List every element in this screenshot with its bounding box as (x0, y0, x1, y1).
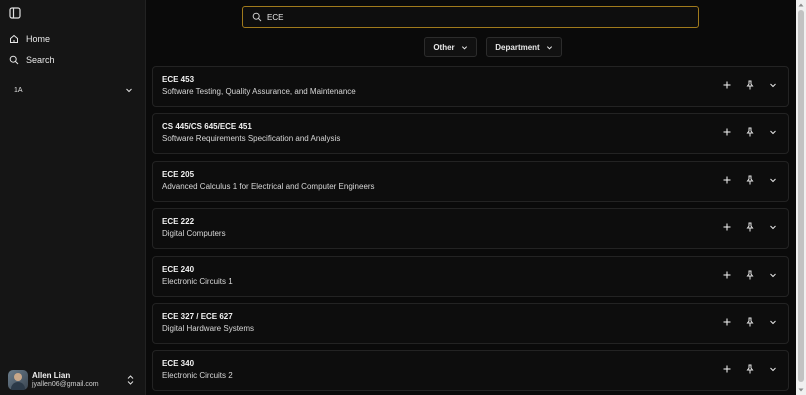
add-course-button[interactable] (722, 127, 732, 137)
course-row[interactable]: ECE 222 Digital Computers (152, 208, 789, 250)
search-icon (252, 12, 262, 22)
course-row[interactable]: ECE 453 Software Testing, Quality Assura… (152, 66, 789, 107)
term-label: 1A (14, 86, 23, 94)
course-row[interactable]: ECE 340 Electronic Circuits 2 (152, 350, 789, 392)
course-row[interactable]: ECE 327 / ECE 627 Digital Hardware Syste… (152, 303, 789, 344)
course-name: Digital Hardware Systems (162, 324, 255, 333)
course-row[interactable]: CS 445/CS 645/ECE 451 Software Requireme… (152, 113, 789, 155)
scroll-up-arrow-icon[interactable] (798, 2, 804, 8)
chevron-down-icon (770, 225, 776, 230)
sidebar-item-label: Home (26, 34, 51, 44)
add-course-button[interactable] (722, 175, 732, 185)
sidebar-item-label: Search (26, 55, 55, 65)
search-input[interactable] (267, 12, 667, 22)
chevron-down-icon (546, 45, 552, 49)
filter-other-dropdown[interactable]: Other (424, 37, 477, 57)
expand-course-button[interactable] (768, 222, 778, 232)
course-code: ECE 240 (162, 264, 195, 274)
course-code: ECE 327 / ECE 627 (162, 312, 233, 321)
pin-icon (746, 175, 754, 185)
expand-course-button[interactable] (768, 317, 778, 327)
pin-course-button[interactable] (745, 317, 755, 327)
course-code: ECE 453 (162, 75, 195, 84)
course-name: Advanced Calculus 1 for Electrical and C… (162, 181, 375, 191)
pin-icon (746, 80, 754, 90)
plus-icon (723, 176, 731, 184)
filter-department-dropdown[interactable]: Department (486, 37, 562, 57)
course-code: ECE 222 (162, 217, 195, 227)
filter-label: Other (433, 42, 455, 52)
user-email: jyallen06@gmail.com (32, 380, 99, 388)
add-course-button[interactable] (722, 270, 732, 280)
expand-course-button[interactable] (768, 175, 778, 185)
course-name: Software Testing, Quality Assurance, and… (162, 87, 356, 96)
search-bar[interactable] (242, 6, 699, 28)
course-name: Digital Computers (162, 229, 226, 239)
pin-course-button[interactable] (745, 80, 755, 90)
chevrons-up-down-icon[interactable] (126, 374, 135, 386)
search-icon (9, 55, 19, 65)
course-code: CS 445/CS 645/ECE 451 (162, 122, 252, 132)
pin-icon (746, 127, 754, 137)
plus-icon (723, 128, 731, 136)
add-course-button[interactable] (722, 364, 732, 374)
chevron-down-icon (770, 368, 776, 372)
expand-course-button[interactable] (768, 80, 778, 90)
expand-course-button[interactable] (768, 127, 778, 137)
add-course-button[interactable] (722, 80, 732, 90)
add-course-button[interactable] (722, 317, 732, 327)
chevron-down-icon (770, 320, 776, 325)
pin-course-button[interactable] (745, 175, 755, 185)
course-code: ECE 205 (162, 169, 195, 179)
sidebar-item-home[interactable]: Home (9, 32, 50, 46)
pin-icon (746, 364, 754, 374)
add-course-button[interactable] (722, 222, 732, 232)
course-name: Software Requirements Specification and … (162, 134, 341, 144)
term-select[interactable]: 1A (8, 82, 139, 98)
scrollbar[interactable] (796, 0, 806, 395)
filter-label: Department (495, 42, 540, 52)
chevron-down-icon (770, 131, 776, 135)
user-menu[interactable]: Allen Lian jyallen06@gmail.com (8, 368, 139, 392)
sidebar-toggle-icon[interactable] (8, 6, 22, 20)
pin-course-button[interactable] (745, 222, 755, 232)
scrollbar-thumb[interactable] (798, 10, 804, 382)
pin-course-button[interactable] (745, 270, 755, 280)
plus-icon (723, 271, 731, 279)
user-name: Allen Lian (32, 371, 71, 381)
course-name: Electronic Circuits 1 (162, 276, 233, 286)
chevron-down-icon (461, 45, 467, 49)
pin-icon (746, 222, 754, 232)
scroll-down-arrow-icon[interactable] (798, 387, 804, 393)
course-row[interactable]: ECE 240 Electronic Circuits 1 (152, 255, 789, 297)
course-code: ECE 340 (162, 359, 195, 369)
plus-icon (723, 318, 731, 326)
plus-icon (723, 365, 731, 373)
home-icon (10, 34, 18, 43)
plus-icon (723, 223, 731, 231)
avatar (8, 370, 28, 390)
chevron-down-icon (770, 178, 776, 183)
chevron-down-icon (770, 83, 776, 88)
pin-icon (746, 270, 754, 280)
pin-course-button[interactable] (745, 127, 755, 137)
chevron-down-icon (770, 273, 776, 277)
pin-course-button[interactable] (745, 364, 755, 374)
expand-course-button[interactable] (768, 270, 778, 280)
course-row[interactable]: ECE 205 Advanced Calculus 1 for Electric… (152, 160, 789, 202)
pin-icon (746, 317, 754, 327)
sidebar: Home Search 1A Allen Lian jyallen06@gmai… (0, 0, 146, 395)
chevron-down-icon (126, 88, 132, 93)
plus-icon (723, 81, 731, 89)
expand-course-button[interactable] (768, 364, 778, 374)
course-name: Electronic Circuits 2 (162, 371, 233, 381)
sidebar-item-search[interactable]: Search (9, 53, 55, 67)
